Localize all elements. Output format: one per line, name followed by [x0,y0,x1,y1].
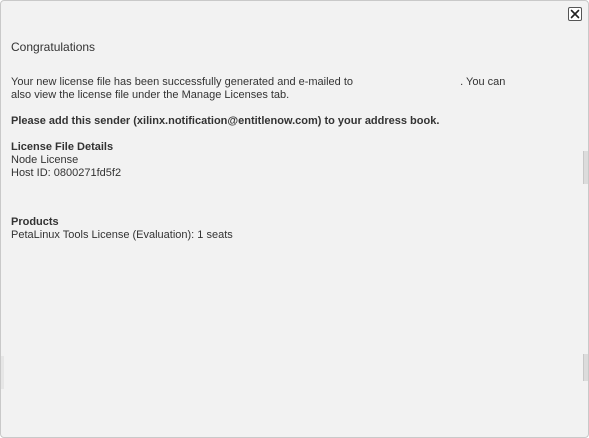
license-type: Node License [11,154,79,166]
scroll-handle-lower[interactable] [583,354,588,381]
license-details-heading: License File Details [11,141,114,153]
close-icon [570,9,580,19]
success-message: Your new license file has been successfu… [11,76,511,102]
success-message-part1: Your new license file has been successfu… [11,76,354,88]
dialog-titlebar [1,1,588,27]
host-id: Host ID: 0800271fd5f2 [11,167,122,179]
products-heading: Products [11,216,59,228]
scroll-handle-upper[interactable] [583,151,588,184]
close-button[interactable] [568,7,582,21]
product-item: PetaLinux Tools License (Evaluation): 1 … [11,229,233,241]
left-edge-marker [1,356,4,389]
sender-notice: Please add this sender (xilinx.notificat… [11,115,440,127]
dialog-title: Congratulations [11,40,96,54]
congratulations-dialog: Congratulations Your new license file ha… [0,0,589,438]
license-file-details: License File Details Node License Host I… [11,141,511,180]
dialog-content: Congratulations Your new license file ha… [11,39,511,242]
products-section: Products PetaLinux Tools License (Evalua… [11,216,511,242]
